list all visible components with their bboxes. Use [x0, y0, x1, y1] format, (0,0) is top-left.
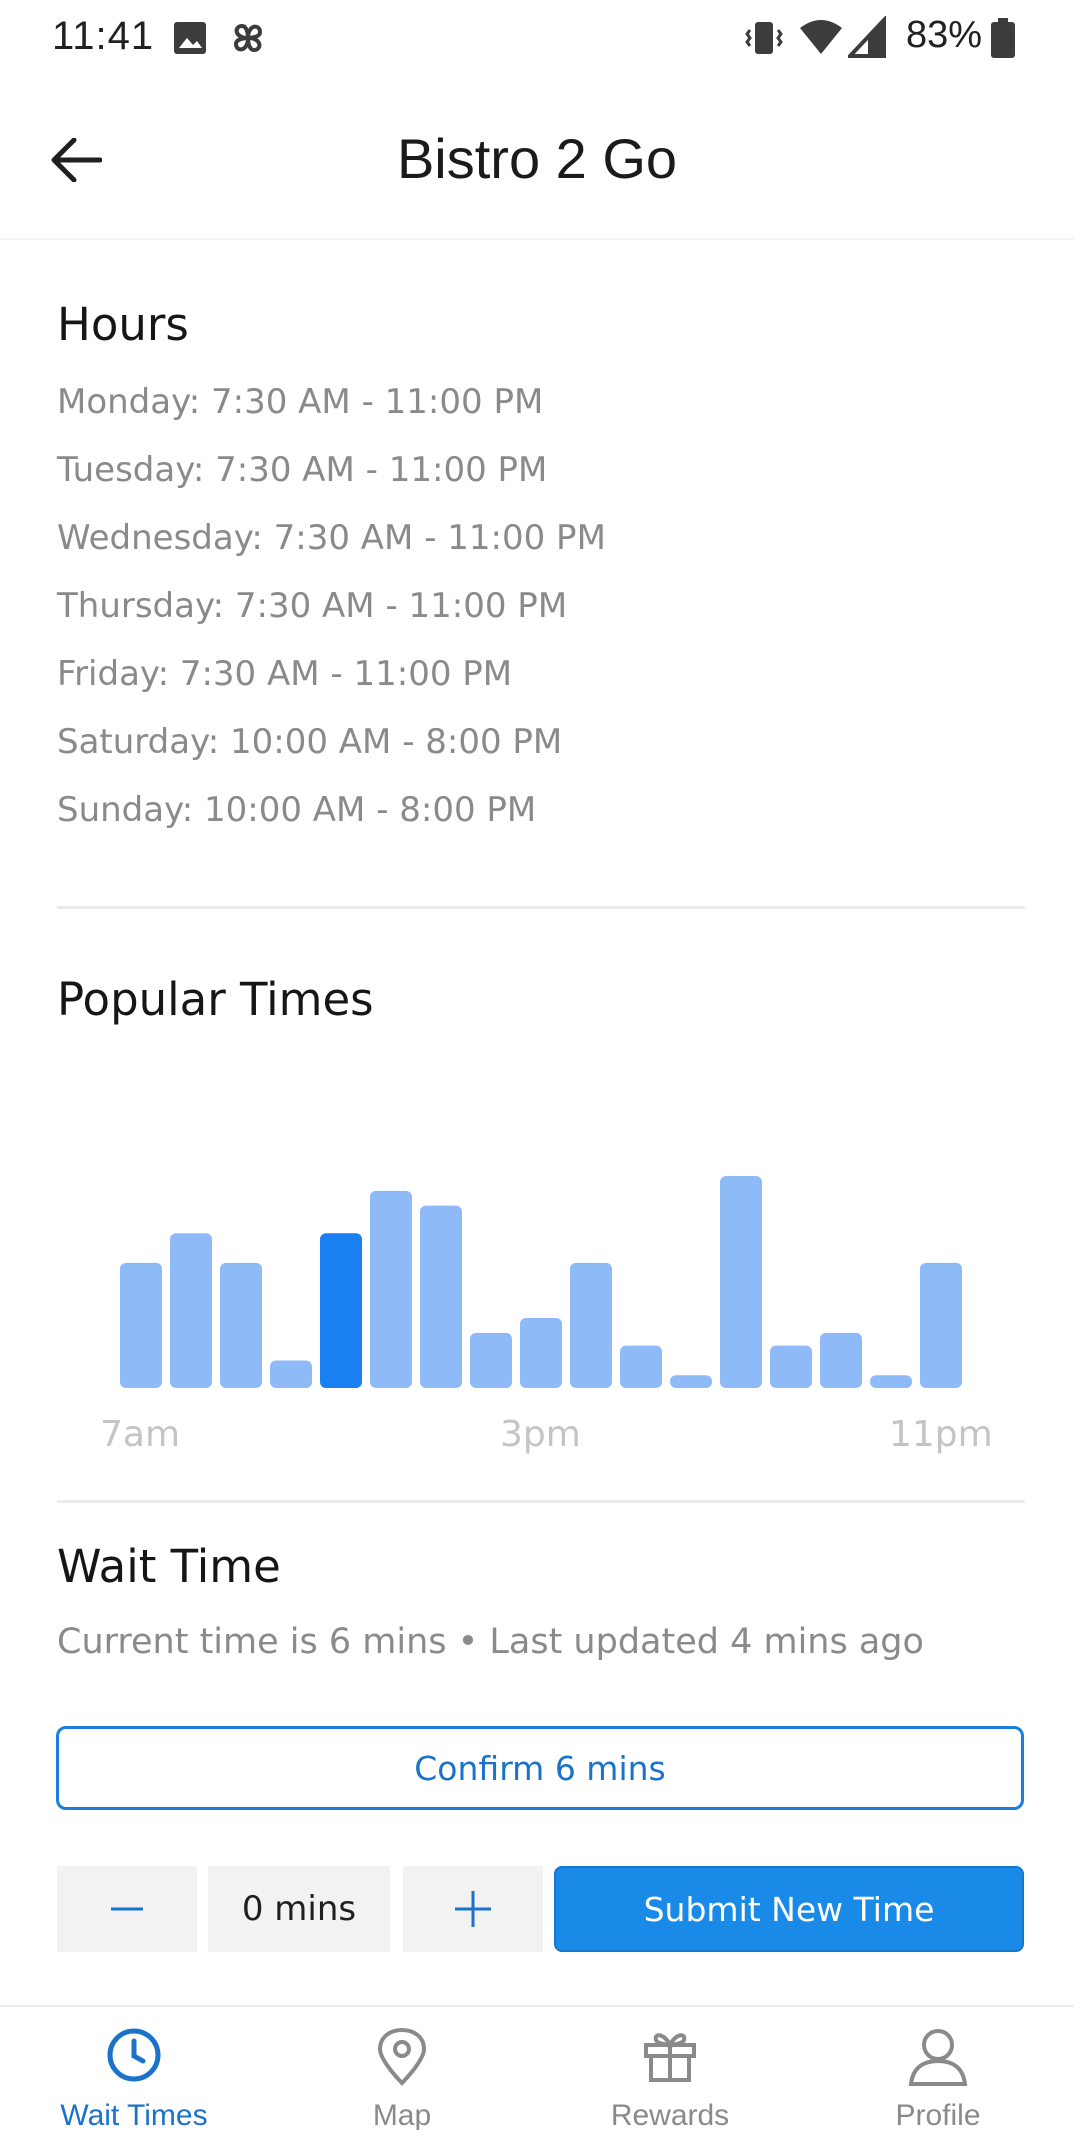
- confirm-wait-button[interactable]: Confirm 6 mins: [56, 1726, 1024, 1810]
- pinwheel-icon: [226, 16, 270, 64]
- chart-bar: [120, 1262, 162, 1388]
- chart-bar: [520, 1318, 562, 1388]
- chart-bar: [220, 1262, 262, 1388]
- gallery-icon: [172, 16, 208, 64]
- bottom-nav: Wait Times Map Rewards Profile: [0, 2005, 1074, 2130]
- signal-icon: [845, 14, 888, 64]
- chart-bar: [370, 1190, 412, 1388]
- popular-times-bars: [120, 1176, 962, 1388]
- chart-bar: [670, 1375, 712, 1388]
- chart-bar: [620, 1345, 662, 1388]
- hours-line: Friday: 7:30 AM - 11:00 PM: [57, 654, 513, 694]
- chart-bar: [920, 1262, 962, 1388]
- chart-bar: [270, 1360, 312, 1388]
- axis-label-end: 11pm: [889, 1414, 993, 1455]
- chart-bar: [870, 1375, 912, 1388]
- chart-bar: [420, 1205, 462, 1388]
- nav-label: Map: [372, 2099, 432, 2130]
- page-title: Bistro 2 Go: [396, 127, 678, 190]
- popular-times-title: Popular Times: [57, 973, 374, 1026]
- nav-label: Profile: [895, 2099, 981, 2130]
- nav-item-rewards[interactable]: Rewards: [536, 2007, 804, 2130]
- chart-bar: [570, 1262, 612, 1388]
- decrement-button[interactable]: [57, 1866, 197, 1952]
- hours-title: Hours: [57, 298, 189, 351]
- chart-bar: [770, 1345, 812, 1388]
- chart-bar: [470, 1332, 512, 1388]
- axis-label-mid: 3pm: [500, 1414, 581, 1455]
- divider: [57, 1500, 1025, 1503]
- wifi-icon: [798, 16, 844, 64]
- gift-icon: [642, 2027, 698, 2087]
- wait-time-title: Wait Time: [57, 1540, 281, 1593]
- chart-bar: [820, 1332, 862, 1388]
- chart-bar: [720, 1176, 762, 1388]
- hours-line: Wednesday: 7:30 AM - 11:00 PM: [57, 518, 606, 558]
- submit-new-time-button[interactable]: Submit New Time: [554, 1866, 1024, 1952]
- chart-bar-current: [320, 1233, 362, 1388]
- map-pin-icon: [374, 2027, 430, 2091]
- wait-minutes-value[interactable]: 0 mins: [208, 1866, 390, 1952]
- minus-icon: [111, 1907, 143, 1911]
- battery-icon: [988, 16, 1018, 64]
- vibrate-icon: [744, 16, 784, 64]
- hours-line: Monday: 7:30 AM - 11:00 PM: [57, 382, 544, 422]
- axis-label-start: 7am: [100, 1414, 181, 1455]
- hours-line: Thursday: 7:30 AM - 11:00 PM: [57, 586, 568, 626]
- nav-label: Rewards: [610, 2099, 730, 2130]
- clock-icon: [106, 2027, 162, 2087]
- nav-item-map[interactable]: Map: [268, 2007, 536, 2130]
- app-bar: Bistro 2 Go: [0, 80, 1074, 240]
- hours-line: Sunday: 10:00 AM - 8:00 PM: [57, 790, 537, 830]
- nav-item-wait-times[interactable]: Wait Times: [0, 2007, 268, 2130]
- divider: [57, 906, 1025, 909]
- hours-line: Tuesday: 7:30 AM - 11:00 PM: [57, 450, 548, 490]
- person-icon: [908, 2027, 968, 2091]
- increment-button[interactable]: [403, 1866, 543, 1952]
- hours-line: Saturday: 10:00 AM - 8:00 PM: [57, 722, 563, 762]
- nav-item-profile[interactable]: Profile: [804, 2007, 1072, 2130]
- nav-label: Wait Times: [60, 2099, 208, 2130]
- wait-time-subtitle: Current time is 6 mins • Last updated 4 …: [57, 1622, 924, 1662]
- battery-percent: 83%: [906, 14, 983, 56]
- plus-icon: [455, 1891, 491, 1927]
- popular-times-chart: 7am 3pm 11pm: [0, 1100, 1074, 1500]
- status-bar: 11:41 83%: [0, 0, 1074, 80]
- status-time: 11:41: [52, 14, 155, 58]
- chart-bar: [170, 1233, 212, 1388]
